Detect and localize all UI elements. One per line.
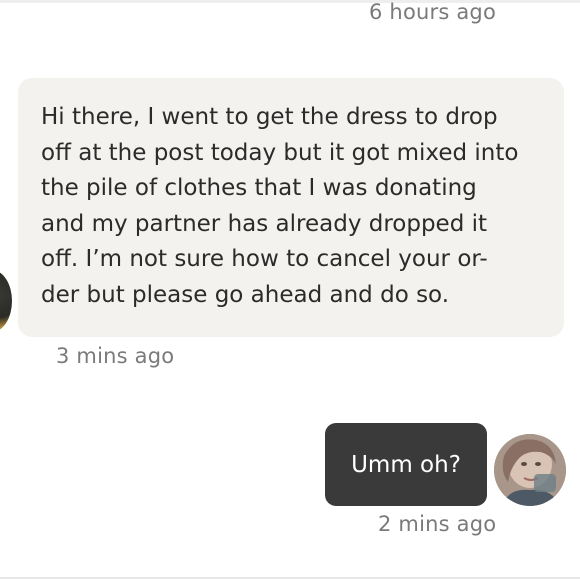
outgoing-message-text: Umm oh? [351,451,461,478]
incoming-message-timestamp: 3 mins ago [56,344,175,368]
outgoing-message-timestamp: 2 mins ago [378,512,497,536]
message-line: the pile of clothes that I was donating [41,175,477,201]
avatar-photo [494,434,566,506]
outgoing-message-bubble: Umm oh? [325,423,487,506]
message-line: off. I’m not sure how to cancel your or- [41,246,488,272]
message-line: der but please go ahead and do so. [41,281,450,308]
chat-thread: 6 hours ago Hi there, I went to get the … [0,0,580,579]
message-line: and my partner has already dropped it [41,210,488,237]
message-line: Hi there, I went to get the dress to dro… [41,104,498,130]
message-line: off at the post today but it got mixed i… [41,139,519,166]
incoming-message-bubble: Hi there, I went to get the dress to dro… [18,78,564,337]
sender-avatar-icon[interactable] [0,270,12,332]
message-timestamp: 6 hours ago [369,0,497,24]
user-avatar-icon[interactable] [494,434,566,506]
